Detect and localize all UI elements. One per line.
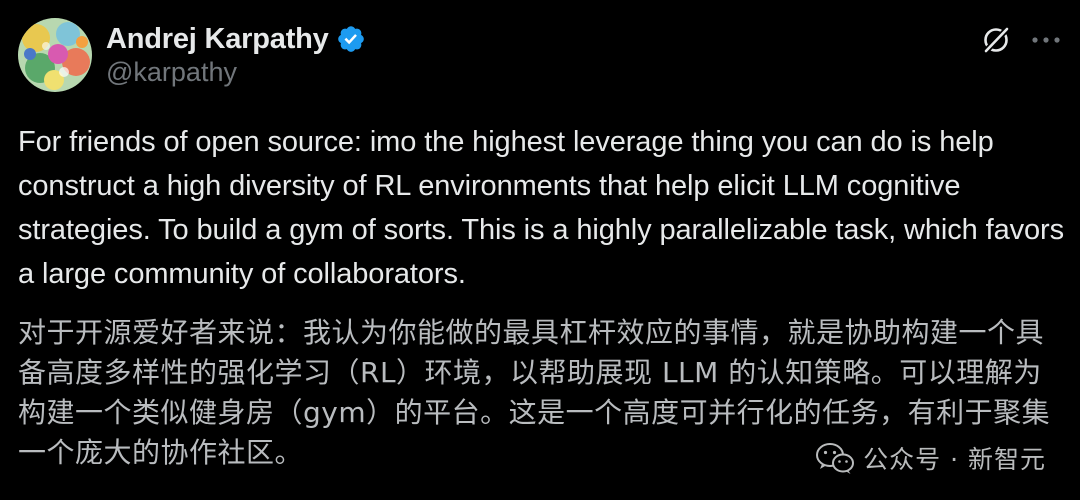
more-dots-icon (1032, 37, 1060, 43)
tweet-text: For friends of open source: imo the high… (18, 126, 1064, 290)
avatar[interactable] (18, 18, 92, 92)
author-handle[interactable]: @karpathy (106, 57, 237, 88)
more-options-button[interactable] (1026, 22, 1066, 58)
watermark: 公众号 · 新智元 (815, 440, 1046, 476)
watermark-text: 公众号 · 新智元 (863, 445, 1046, 474)
grok-icon (982, 25, 1011, 55)
verified-badge-icon (336, 24, 366, 54)
avatar-image (18, 18, 92, 92)
author-display-name[interactable]: Andrej Karpathy (106, 23, 329, 56)
grok-button[interactable] (978, 22, 1014, 58)
author-name-row: Andrej Karpathy (106, 18, 366, 60)
wechat-icon (816, 443, 855, 474)
